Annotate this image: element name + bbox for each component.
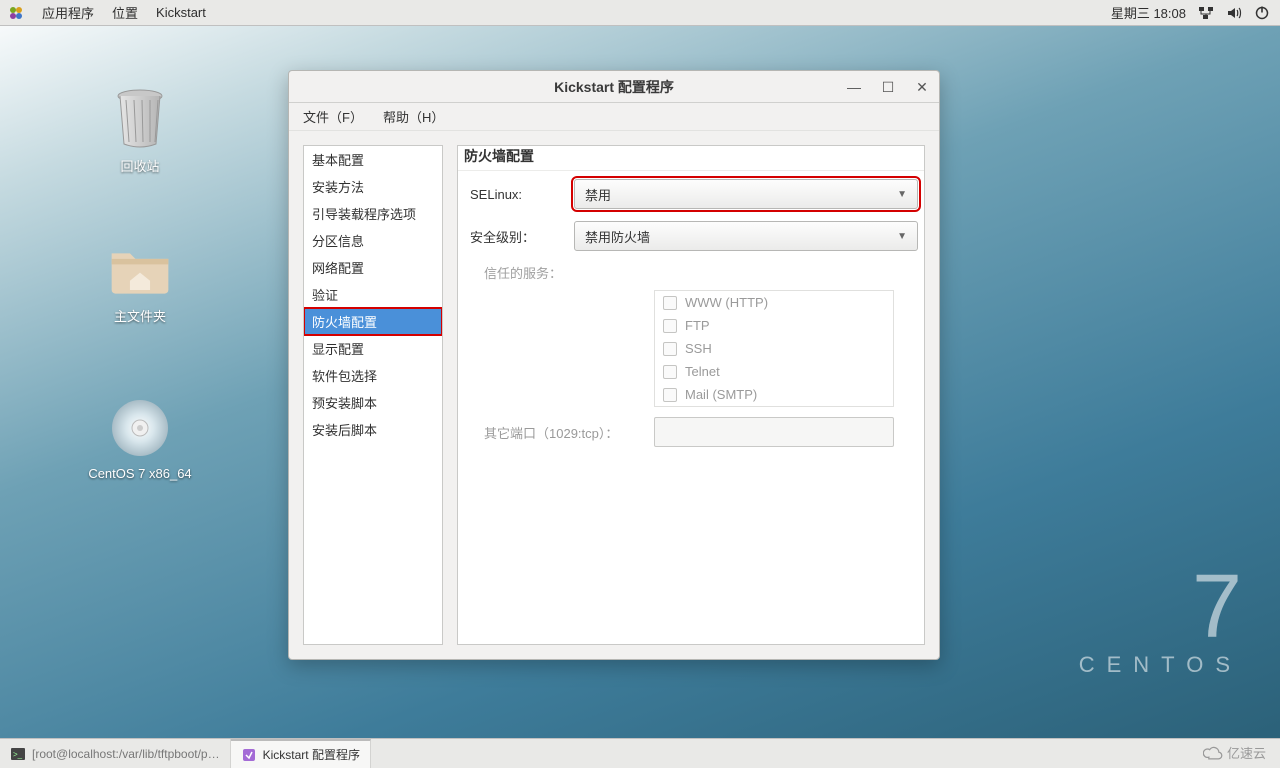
menubar: 文件（F） 帮助（H） [289, 103, 939, 131]
sidebar-item-firewall[interactable]: 防火墙配置 [304, 308, 442, 335]
main-panel: 防火墙配置 SELinux: 禁用 ▼ 安全级别： 禁用防火墙 ▼ [457, 145, 925, 645]
close-button[interactable]: ✕ [911, 76, 933, 98]
trusted-services-label: 信任的服务： [464, 263, 562, 282]
network-icon[interactable] [1198, 5, 1214, 21]
service-telnet[interactable]: Telnet [655, 360, 893, 383]
task-terminal[interactable]: >_ [root@localhost:/var/lib/tftpboot/p… [0, 739, 231, 768]
trash-label: 回收站 [80, 156, 200, 175]
checkbox[interactable] [663, 388, 677, 402]
sidebar-item-install[interactable]: 安装方法 [304, 173, 442, 200]
volume-icon[interactable] [1226, 5, 1242, 21]
checkbox[interactable] [663, 365, 677, 379]
service-www[interactable]: WWW (HTTP) [655, 291, 893, 314]
sidebar-item-basic[interactable]: 基本配置 [304, 146, 442, 173]
disc-icon[interactable]: CentOS 7 x86_64 [80, 396, 200, 481]
minimize-button[interactable]: — [843, 76, 865, 98]
maximize-button[interactable]: ☐ [877, 76, 899, 98]
service-mail[interactable]: Mail (SMTP) [655, 383, 893, 406]
sidebar-item-packages[interactable]: 软件包选择 [304, 362, 442, 389]
window-title: Kickstart 配置程序 [554, 77, 674, 97]
sidebar-item-auth[interactable]: 验证 [304, 281, 442, 308]
task-terminal-label: [root@localhost:/var/lib/tftpboot/p… [32, 747, 220, 761]
centos-number: 7 [1079, 562, 1242, 652]
terminal-icon: >_ [10, 746, 26, 762]
menu-help[interactable]: 帮助（H） [383, 107, 444, 126]
home-folder-icon[interactable]: 主文件夹 [80, 236, 200, 325]
menu-file[interactable]: 文件（F） [303, 107, 363, 126]
checkbox[interactable] [663, 319, 677, 333]
sidebar-item-bootloader[interactable]: 引导装载程序选项 [304, 200, 442, 227]
checkbox[interactable] [663, 342, 677, 356]
menu-places[interactable]: 位置 [112, 3, 138, 22]
sidebar: 基本配置 安装方法 引导装载程序选项 分区信息 网络配置 验证 防火墙配置 显示… [303, 145, 443, 645]
security-level-value: 禁用防火墙 [585, 227, 650, 246]
home-label: 主文件夹 [80, 306, 200, 325]
other-ports-label: 其它端口（1029:tcp）： [464, 423, 654, 442]
app-launcher-icon[interactable] [8, 5, 24, 21]
selinux-label: SELinux: [464, 187, 574, 202]
task-kickstart[interactable]: Kickstart 配置程序 [231, 739, 371, 768]
disc-label: CentOS 7 x86_64 [80, 466, 200, 481]
clock[interactable]: 星期三 18:08 [1111, 3, 1186, 22]
sidebar-item-postscript[interactable]: 安装后脚本 [304, 416, 442, 443]
chevron-down-icon: ▼ [897, 231, 907, 242]
sidebar-item-prescript[interactable]: 预安装脚本 [304, 389, 442, 416]
taskbar: >_ [root@localhost:/var/lib/tftpboot/p… … [0, 738, 1280, 768]
sidebar-item-partition[interactable]: 分区信息 [304, 227, 442, 254]
security-level-label: 安全级别： [464, 227, 574, 246]
centos-word: CENTOS [1079, 652, 1242, 678]
service-ssh[interactable]: SSH [655, 337, 893, 360]
chevron-down-icon: ▼ [897, 189, 907, 200]
svg-text:>_: >_ [13, 750, 23, 759]
trusted-services-list: WWW (HTTP) FTP SSH Telnet Mail (SMTP) [654, 290, 894, 407]
selinux-value: 禁用 [585, 185, 611, 204]
centos-watermark: 7 CENTOS [1079, 562, 1242, 678]
menu-active-app[interactable]: Kickstart [156, 5, 206, 20]
titlebar[interactable]: Kickstart 配置程序 — ☐ ✕ [289, 71, 939, 103]
other-ports-input[interactable] [654, 417, 894, 447]
top-panel: 应用程序 位置 Kickstart 星期三 18:08 [0, 0, 1280, 26]
selinux-combo[interactable]: 禁用 ▼ [574, 179, 918, 209]
sidebar-item-display[interactable]: 显示配置 [304, 335, 442, 362]
security-level-combo[interactable]: 禁用防火墙 ▼ [574, 221, 918, 251]
section-title: 防火墙配置 [458, 146, 924, 171]
menu-applications[interactable]: 应用程序 [42, 3, 94, 22]
kickstart-window: Kickstart 配置程序 — ☐ ✕ 文件（F） 帮助（H） 基本配置 安装… [288, 70, 940, 660]
cloud-icon [1203, 746, 1223, 760]
sidebar-item-network[interactable]: 网络配置 [304, 254, 442, 281]
task-kickstart-label: Kickstart 配置程序 [263, 746, 360, 763]
power-icon[interactable] [1254, 5, 1270, 21]
checkbox[interactable] [663, 296, 677, 310]
trash-icon[interactable]: 回收站 [80, 86, 200, 175]
service-ftp[interactable]: FTP [655, 314, 893, 337]
kickstart-icon [241, 747, 257, 763]
brand-watermark: 亿速云 [1203, 743, 1266, 762]
